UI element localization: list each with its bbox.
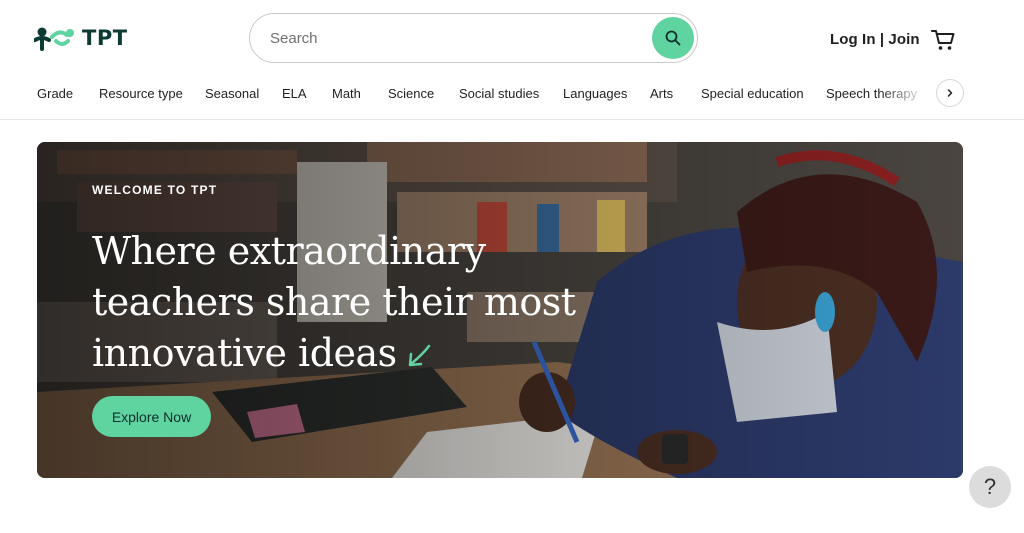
nav-item-social-studies[interactable]: Social studies [459, 86, 539, 101]
category-nav: Grade Resource type Seasonal ELA Math Sc… [0, 76, 1024, 120]
logo[interactable]: TPT [34, 24, 128, 52]
nav-item-special-education[interactable]: Special education [701, 86, 804, 101]
arrow-icon [408, 344, 430, 366]
cart-button[interactable] [930, 28, 956, 52]
search-input[interactable] [270, 14, 650, 62]
cart-icon [931, 30, 955, 50]
nav-item-languages[interactable]: Languages [563, 86, 627, 101]
nav-item-math[interactable]: Math [332, 86, 361, 101]
help-button[interactable]: ? [969, 466, 1011, 508]
nav-fade [880, 76, 936, 116]
nav-item-resource-type[interactable]: Resource type [99, 86, 183, 101]
nav-item-seasonal[interactable]: Seasonal [205, 86, 259, 101]
search-bar [249, 13, 698, 63]
hero-title-line: innovative ideas [92, 328, 612, 379]
hero-title: Where extraordinary teachers share their… [92, 226, 612, 379]
chevron-right-icon [947, 89, 953, 97]
site-header: TPT Log In | Join [0, 0, 1024, 76]
nav-item-arts[interactable]: Arts [650, 86, 673, 101]
search-icon [665, 30, 681, 46]
hero-title-line: teachers share their most [92, 280, 576, 324]
logo-text: TPT [82, 26, 128, 50]
tpt-logo-icon [34, 27, 74, 51]
nav-scroll-next-button[interactable] [936, 79, 964, 107]
hero-eyebrow: WELCOME TO TPT [92, 183, 218, 197]
search-button[interactable] [652, 17, 694, 59]
nav-item-grade[interactable]: Grade [37, 86, 73, 101]
explore-now-button[interactable]: Explore Now [92, 396, 211, 437]
nav-item-science[interactable]: Science [388, 86, 434, 101]
hero-title-line-text: innovative ideas [92, 331, 397, 375]
nav-item-ela[interactable]: ELA [282, 86, 307, 101]
hero-title-line: Where extraordinary [92, 229, 486, 273]
hero-banner: WELCOME TO TPT Where extraordinary teach… [37, 142, 963, 478]
login-join-link[interactable]: Log In | Join [830, 31, 920, 48]
